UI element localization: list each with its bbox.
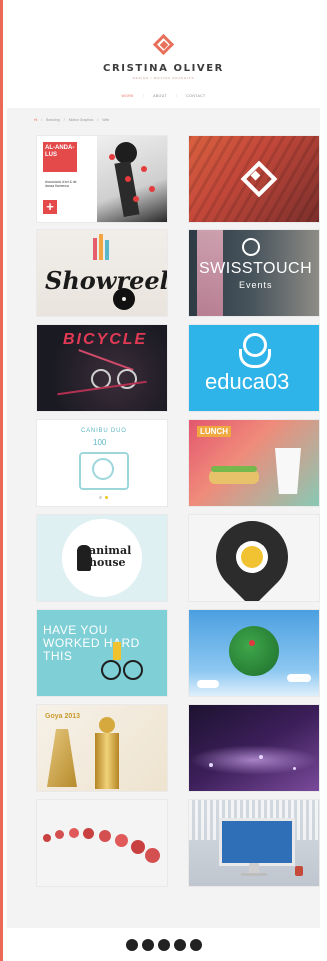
portfolio-tile-imac-web[interactable] <box>189 800 319 886</box>
nav-item-about[interactable]: ABOUT <box>153 94 167 98</box>
portfolio-tile-award[interactable]: Goya 2013 <box>37 705 167 791</box>
site-title[interactable]: CRISTINA OLIVER <box>103 63 224 74</box>
site-tagline: DESIGN / MOTION GRAPHICS <box>132 76 195 80</box>
pagination-dot[interactable] <box>125 938 138 951</box>
portfolio-grid: AL-ANDA-LUS Associació d'art & de dansa … <box>7 108 320 908</box>
tile-title: HAVE YOU WORKED HARD THIS <box>43 623 140 663</box>
main-nav: WORK / ABOUT / CONTACT <box>121 94 205 98</box>
tile-subtitle: Associació d'art & de dansa flamenca <box>45 180 77 188</box>
nav-separator: / <box>142 94 145 98</box>
pagination <box>7 928 320 961</box>
portfolio-tile-showreel[interactable]: Showreel <box>37 230 167 316</box>
tile-subtitle: Events <box>239 280 273 290</box>
tile-title: LUNCH <box>197 426 231 437</box>
portfolio-tile-canibu[interactable]: CANIBU DUO 100 <box>37 420 167 506</box>
portfolio-tile-animalhouse[interactable]: animal house <box>37 515 167 601</box>
nav-item-contact[interactable]: CONTACT <box>186 94 205 98</box>
portfolio-tile-worked-hard[interactable]: HAVE YOU WORKED HARD THIS <box>37 610 167 696</box>
portfolio-tile-purple-motion[interactable] <box>189 705 319 791</box>
diamond-logo-icon[interactable] <box>152 33 175 56</box>
portfolio-tile-food-pin[interactable] <box>189 515 319 601</box>
tile-title: CANIBU DUO <box>81 428 127 434</box>
tile-title: SWISSTOUCH <box>199 260 313 277</box>
nav-item-work[interactable]: WORK <box>121 94 133 98</box>
portfolio-tile-educa03[interactable]: educa03 <box>189 325 319 411</box>
pagination-dot[interactable] <box>189 938 202 951</box>
portfolio-section: Hi / Branding / Motion Graphics / Web AL… <box>7 108 320 928</box>
nav-separator: / <box>176 94 178 98</box>
portfolio-tile-football[interactable] <box>37 800 167 886</box>
plus-icon: + <box>43 200 57 214</box>
portfolio-tile-diamond-logo[interactable] <box>189 136 319 222</box>
tile-title: educa03 <box>205 369 290 394</box>
portfolio-tile-lunch[interactable]: LUNCH <box>189 420 319 506</box>
portfolio-tile-alandalus[interactable]: AL-ANDA-LUS Associació d'art & de dansa … <box>37 136 167 222</box>
portfolio-tile-swisstouch[interactable]: SWISSTOUCH Events <box>189 230 319 316</box>
tile-title: AL-ANDA-LUS <box>45 145 75 158</box>
left-accent-bar <box>0 0 3 961</box>
portfolio-tile-bicycle[interactable]: BICYCLE <box>37 325 167 411</box>
portfolio-tile-earth[interactable] <box>189 610 319 696</box>
page: CRISTINA OLIVER DESIGN / MOTION GRAPHICS… <box>7 0 320 961</box>
pagination-dot[interactable] <box>141 938 154 951</box>
tile-title: BICYCLE <box>63 331 148 348</box>
pagination-dot[interactable] <box>157 938 170 951</box>
pagination-dot[interactable] <box>173 938 186 951</box>
tile-title: animal house <box>89 544 132 569</box>
tile-title: Goya 2013 <box>45 713 81 720</box>
site-header: CRISTINA OLIVER DESIGN / MOTION GRAPHICS… <box>7 0 320 108</box>
tile-subtitle: 100 <box>93 438 107 447</box>
tile-title: Showreel <box>45 266 167 295</box>
